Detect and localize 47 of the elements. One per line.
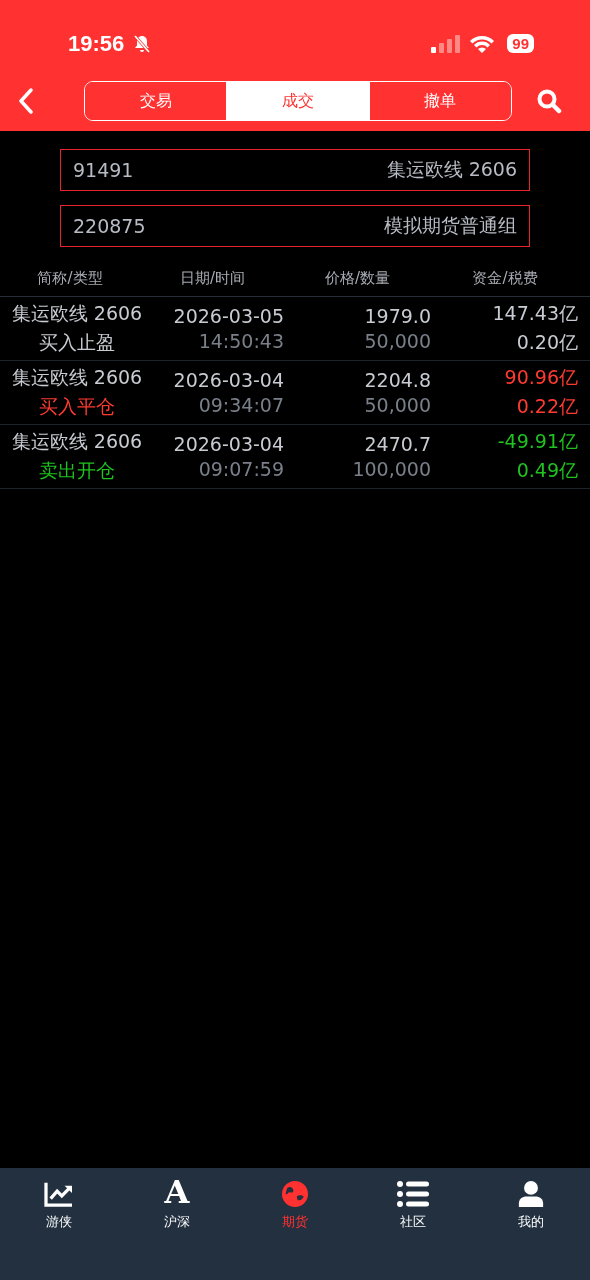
trade-fee: 0.22亿 [516, 394, 578, 419]
column-header: 价格/数量 [323, 269, 392, 288]
trade-funds: -49.91亿 [497, 429, 578, 454]
tab-bar-item[interactable]: 游侠 [0, 1180, 118, 1232]
trade-time: 14:50:43 [198, 330, 284, 352]
trade-quantity: 100,000 [352, 458, 431, 480]
wifi-icon [469, 34, 496, 53]
trade-fee: 0.49亿 [516, 458, 578, 483]
trade-date: 2026-03-04 [173, 433, 284, 455]
filter-field[interactable]: 91491 集运欧线 2606 [60, 149, 530, 191]
filter-field[interactable]: 220875 模拟期货普通组 [60, 205, 530, 247]
tab-bar-item[interactable]: 社区 [354, 1180, 472, 1232]
segment-tab[interactable]: 撤单 [368, 82, 511, 121]
line-chart-icon [43, 1181, 75, 1207]
tab-bar-item[interactable]: A 沪深 [118, 1180, 236, 1232]
contract-name: 集运欧线 2606 [11, 429, 143, 454]
trade-type: 买入平仓 [39, 394, 115, 419]
column-header: 资金/税费 [471, 269, 539, 288]
trade-time: 09:07:59 [198, 458, 284, 480]
globe-icon [280, 1181, 310, 1207]
list-icon [397, 1181, 429, 1207]
trade-funds: 147.43亿 [492, 301, 578, 326]
trade-type: 买入止盈 [39, 330, 115, 355]
trade-type: 卖出开仓 [39, 458, 115, 483]
contract-name: 集运欧线 2606 [11, 301, 143, 326]
battery-icon: 99 [507, 34, 534, 54]
column-header: 日期/时间 [178, 269, 247, 288]
trade-fee: 0.20亿 [516, 330, 578, 355]
trade-price: 2470.7 [364, 433, 431, 455]
trade-price: 2204.8 [364, 369, 431, 391]
status-time: 19:56 [68, 30, 125, 57]
tab-bar-item[interactable]: 期货 [236, 1180, 354, 1232]
trade-quantity: 50,000 [364, 394, 431, 416]
segment-tab[interactable]: 成交 [226, 82, 369, 121]
trade-date: 2026-03-04 [173, 369, 284, 391]
trade-price: 1979.0 [364, 305, 431, 327]
trade-quantity: 50,000 [364, 330, 431, 352]
trade-date: 2026-03-05 [173, 305, 284, 327]
muted-bell-icon [132, 33, 153, 54]
trade-funds: 90.96亿 [504, 365, 578, 390]
tab-bar-item[interactable]: 我的 [472, 1180, 590, 1232]
contract-name: 集运欧线 2606 [11, 365, 143, 390]
trade-time: 09:34:07 [198, 394, 284, 416]
column-header: 简称/类型 [36, 269, 104, 288]
letter-icon: A [164, 1177, 190, 1207]
signal-icon [431, 34, 462, 53]
person-icon [517, 1181, 545, 1207]
